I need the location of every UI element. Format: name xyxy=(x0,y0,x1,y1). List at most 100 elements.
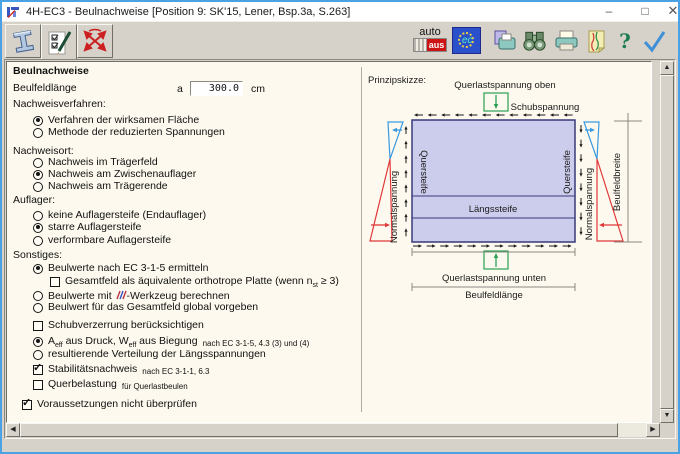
auto-aus-toggle[interactable]: auto aus xyxy=(413,26,447,55)
checkbox-icon[interactable] xyxy=(33,380,43,390)
radio-beulwerte-ec[interactable]: Beulwerte nach EC 3-1-5 ermitteln xyxy=(33,263,209,274)
buckling-plate xyxy=(412,120,575,242)
scroll-down-button[interactable]: ▼ xyxy=(660,409,674,423)
help-icon: ? xyxy=(619,29,631,53)
radio-icon[interactable] xyxy=(33,337,43,347)
checkbox-schubverzerrung[interactable]: Schubverzerrung berücksichtigen xyxy=(33,320,204,331)
radio-icon[interactable] xyxy=(33,182,43,192)
radio-keine-auflagersteife[interactable]: keine Auflagersteife (Endauflager) xyxy=(33,210,206,221)
querbelastung-note: für Querlastbeulen xyxy=(122,379,188,392)
window-title: 4H-EC3 - Beulnachweise [Position 9: SK'1… xyxy=(26,6,350,18)
right-stiffener-label: Quersteife xyxy=(562,150,573,194)
work-area: Beulnachweise Beulfeldlänge a cm Nachwei… xyxy=(6,61,652,423)
4h-werkzeug-icon xyxy=(115,290,127,300)
scroll-up-button[interactable]: ▲ xyxy=(660,61,674,75)
auto-label: auto xyxy=(413,26,447,38)
aus-label: aus xyxy=(427,39,446,51)
longitudinal-stiffener-label: Längssteife xyxy=(469,204,518,215)
top-load-label: Querlastspannung oben xyxy=(454,80,555,91)
horizontal-scrollbar: ◀ ▶ xyxy=(6,423,660,437)
left-compression-triangle xyxy=(388,122,403,159)
radio-icon[interactable] xyxy=(33,128,43,138)
titlebar: 4H-EC3 - Beulnachweise [Position 9: SK'1… xyxy=(2,2,678,21)
horizontal-scroll-thumb[interactable] xyxy=(20,423,618,437)
left-normal-label: Normalspannung xyxy=(389,171,400,243)
crossed-arrows-icon xyxy=(80,28,110,54)
help-button[interactable]: ? xyxy=(615,27,635,54)
checkbox-querbelastung[interactable]: Querbelastung für Querlastbeulen xyxy=(33,379,188,392)
checkbox-icon[interactable] xyxy=(33,321,43,331)
copy-icon xyxy=(491,29,518,53)
radio-icon[interactable] xyxy=(33,170,43,180)
vertical-scroll-thumb[interactable] xyxy=(660,75,674,409)
close-button[interactable]: ✕ xyxy=(664,2,680,20)
width-dim-label: Beulfeldbreite xyxy=(612,153,623,211)
checklist-icon xyxy=(44,29,74,57)
checkbox-icon[interactable] xyxy=(33,365,43,375)
scroll-left-button[interactable]: ◀ xyxy=(6,423,20,437)
search-button[interactable] xyxy=(520,27,548,54)
radio-icon[interactable] xyxy=(33,303,43,313)
form-heading: Beulnachweise xyxy=(13,66,89,77)
radio-icon[interactable] xyxy=(33,158,43,168)
copy-button[interactable] xyxy=(490,27,518,54)
ec-label: ec xyxy=(462,35,473,47)
radio-verfahren-wirksame-flaeche[interactable]: Verfahren der wirksamen Fläche xyxy=(33,115,199,126)
binoculars-icon xyxy=(520,29,548,53)
radio-icon[interactable] xyxy=(33,264,43,274)
checkbox-orthotrope-platte[interactable]: Gesamtfeld als äquivalente orthotrope Pl… xyxy=(50,276,339,289)
principle-sketch: Prinzipskizze: Längssteife Quersteife Qu… xyxy=(361,62,652,418)
radio-beulwert-global[interactable]: Beulwert für das Gesamtfeld global vorge… xyxy=(33,302,258,313)
beulfeldlaenge-input[interactable] xyxy=(190,81,243,96)
radio-icon[interactable] xyxy=(33,223,43,233)
radio-resultierende-verteilung[interactable]: resultierende Verteilung der Längsspannu… xyxy=(33,349,266,360)
radio-zwischenauflager[interactable]: Nachweis am Zwischenauflager xyxy=(33,169,196,180)
left-stiffener-label: Quersteife xyxy=(418,150,429,194)
status-strip xyxy=(2,439,678,452)
radio-icon[interactable] xyxy=(33,211,43,221)
checkbox-stabilitaetsnachweis[interactable]: Stabilitätsnachweis nach EC 3-1-1, 6.3 xyxy=(33,364,209,377)
radio-icon[interactable] xyxy=(33,291,43,301)
app-icon xyxy=(6,5,20,19)
radio-icon[interactable] xyxy=(33,350,43,360)
beulfeldlaenge-unit: cm xyxy=(251,83,265,95)
radio-reduzierte-spannungen[interactable]: Methode der reduzierten Spannungen xyxy=(33,127,225,138)
radio-traegerfeld[interactable]: Nachweis im Trägerfeld xyxy=(33,157,158,168)
radio-icon[interactable] xyxy=(33,236,43,246)
print-button[interactable] xyxy=(552,27,580,54)
notes-icon xyxy=(583,28,610,54)
beulfeldlaenge-label: Beulfeldlänge xyxy=(13,83,77,94)
auto-slider-icon xyxy=(414,39,427,51)
radio-starre-auflagersteife[interactable]: starre Auflagersteife xyxy=(33,222,141,233)
confirm-button[interactable] xyxy=(640,27,668,54)
radio-icon[interactable] xyxy=(33,116,43,126)
scroll-right-button[interactable]: ▶ xyxy=(646,423,660,437)
section-sonstiges: Sonstiges: xyxy=(13,250,62,261)
ibeam-icon xyxy=(8,27,38,55)
minimize-button[interactable]: – xyxy=(600,2,618,20)
app-window: 4H-EC3 - Beulnachweise [Position 9: SK'1… xyxy=(0,0,680,454)
tab-lasten[interactable] xyxy=(77,24,113,58)
right-normal-label: Normalspannung xyxy=(584,168,595,240)
protocol-button[interactable] xyxy=(582,27,610,54)
vertical-scrollbar: ▲ ▼ xyxy=(660,61,674,423)
checkbox-icon[interactable] xyxy=(22,400,32,410)
checkbox-icon[interactable] xyxy=(50,277,60,287)
length-dim-label: Beulfeldlänge xyxy=(465,290,523,301)
confirm-check-icon xyxy=(641,29,667,53)
radio-verformbare-auflagersteife[interactable]: verformbare Auflagersteife xyxy=(33,235,171,246)
content-panel: Beulnachweise Beulfeldlänge a cm Nachwei… xyxy=(4,59,676,439)
beulfeldlaenge-symbol: a xyxy=(177,83,183,95)
section-auflager: Auflager: xyxy=(13,195,55,206)
shear-label: Schubspannung xyxy=(511,102,580,113)
checkbox-voraussetzungen[interactable]: Voraussetzungen nicht überprüfen xyxy=(22,399,197,410)
eurocode-button[interactable]: ec xyxy=(452,27,481,54)
printer-icon xyxy=(552,29,580,53)
right-compression-triangle xyxy=(584,122,599,159)
tab-nachweise[interactable] xyxy=(41,24,77,61)
maximize-button[interactable]: □ xyxy=(636,2,654,20)
tab-profile[interactable] xyxy=(5,24,41,58)
scrollbar-corner xyxy=(660,423,674,437)
radio-traegerende[interactable]: Nachweis am Trägerende xyxy=(33,181,168,192)
stabilitaet-note: nach EC 3-1-1, 6.3 xyxy=(142,364,209,377)
